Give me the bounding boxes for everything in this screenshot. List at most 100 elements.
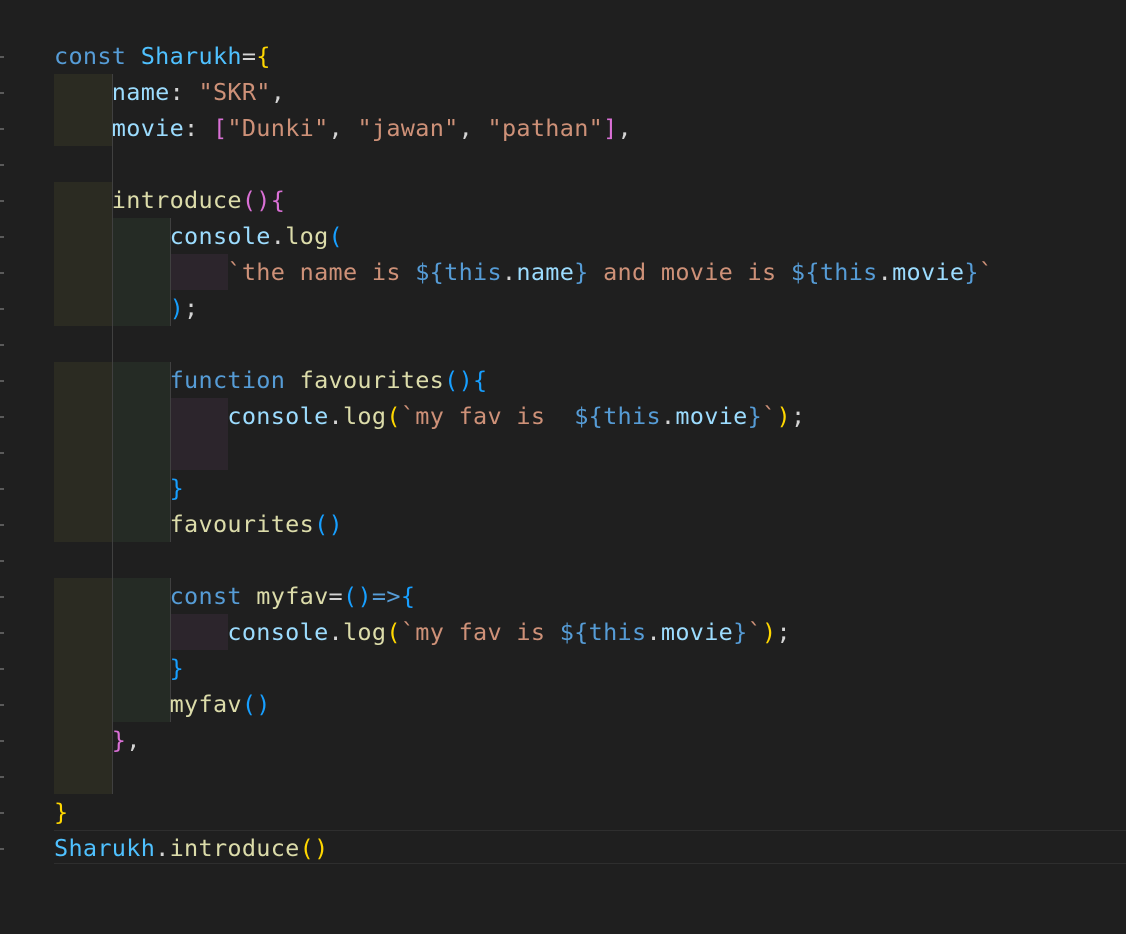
gutter-tick bbox=[0, 128, 4, 130]
code-line[interactable]: favourites() bbox=[54, 506, 343, 542]
code-token: { bbox=[400, 582, 416, 610]
code-token: . bbox=[270, 222, 286, 250]
gutter-tick bbox=[0, 308, 4, 310]
code-token: name bbox=[516, 258, 575, 286]
code-token: `my fav is bbox=[400, 402, 575, 430]
code-token: myfav bbox=[169, 690, 242, 718]
code-token: ${ bbox=[559, 618, 589, 646]
code-token: () bbox=[241, 186, 271, 214]
code-token: . bbox=[328, 618, 343, 646]
code-line[interactable]: } bbox=[54, 650, 184, 686]
code-token: ${ bbox=[790, 258, 820, 286]
code-line[interactable]: movie: ["Dunki", "jawan", "pathan"], bbox=[54, 110, 632, 146]
gutter-tick bbox=[0, 92, 4, 94]
code-token: function bbox=[169, 366, 300, 394]
code-token: ` bbox=[747, 618, 763, 646]
gutter-tick bbox=[0, 236, 4, 238]
gutter-tick bbox=[0, 560, 4, 562]
gutter-tick bbox=[0, 164, 4, 166]
code-token: ) bbox=[776, 402, 791, 430]
gutter-tick bbox=[0, 848, 4, 850]
code-token: ; bbox=[776, 618, 791, 646]
code-token: ( bbox=[386, 618, 401, 646]
code-token: : bbox=[169, 78, 199, 106]
code-line[interactable]: function favourites(){ bbox=[54, 362, 488, 398]
code-token: } bbox=[54, 798, 69, 826]
code-token: ) bbox=[762, 618, 777, 646]
code-token: , bbox=[126, 726, 141, 754]
gutter-tick bbox=[0, 776, 4, 778]
code-token: introduce bbox=[111, 186, 242, 214]
code-token: this bbox=[819, 258, 878, 286]
code-line[interactable]: const myfav=()=>{ bbox=[54, 578, 415, 614]
code-line[interactable]: console.log( bbox=[54, 218, 343, 254]
gutter-tick bbox=[0, 488, 4, 490]
code-token: () bbox=[241, 690, 271, 718]
code-line[interactable]: myfav() bbox=[54, 686, 271, 722]
code-token: movie bbox=[111, 114, 185, 142]
code-token: ] bbox=[603, 114, 618, 142]
gutter-tick bbox=[0, 524, 4, 526]
code-token: } bbox=[111, 726, 127, 754]
code-token: ` bbox=[978, 258, 994, 286]
code-token: , bbox=[458, 114, 488, 142]
code-token: log bbox=[342, 402, 387, 430]
code-line[interactable]: }, bbox=[54, 722, 141, 758]
code-token: ` bbox=[762, 402, 777, 430]
code-line[interactable]: } bbox=[54, 470, 184, 506]
code-token: console bbox=[227, 402, 329, 430]
code-line[interactable]: name: "SKR", bbox=[54, 74, 285, 110]
code-line[interactable]: `the name is ${this.name} and movie is $… bbox=[54, 254, 993, 290]
gutter-tick bbox=[0, 344, 4, 346]
code-token: . bbox=[877, 258, 893, 286]
code-token: movie bbox=[892, 258, 965, 286]
code-token: } bbox=[169, 474, 185, 502]
code-token: } bbox=[169, 654, 185, 682]
code-line[interactable]: } bbox=[54, 794, 68, 830]
code-line[interactable]: ); bbox=[54, 290, 199, 326]
code-token: and movie is bbox=[588, 258, 791, 286]
gutter-tick bbox=[0, 740, 4, 742]
code-line[interactable]: console.log(`my fav is ${this.movie}`); bbox=[54, 614, 791, 650]
gutter-tick bbox=[0, 200, 4, 202]
code-token: Sharukh bbox=[140, 42, 242, 70]
code-token: movie bbox=[675, 402, 748, 430]
code-token: favourites bbox=[169, 510, 315, 538]
code-token: = bbox=[328, 582, 343, 610]
code-token: . bbox=[155, 834, 170, 862]
code-token: , bbox=[617, 114, 632, 142]
code-token: console bbox=[227, 618, 329, 646]
code-token: "SKR" bbox=[198, 78, 271, 106]
gutter-tick bbox=[0, 416, 4, 418]
code-token: . bbox=[328, 402, 343, 430]
code-token: } bbox=[574, 258, 589, 286]
code-token: ${ bbox=[415, 258, 445, 286]
code-line[interactable]: introduce(){ bbox=[54, 182, 285, 218]
code-token: , bbox=[270, 78, 286, 106]
gutter-tick bbox=[0, 596, 4, 598]
code-editor[interactable]: const Sharukh={ name: "SKR", movie: ["Du… bbox=[0, 0, 1126, 934]
code-token: favourites bbox=[299, 366, 445, 394]
code-token: Sharukh bbox=[54, 834, 156, 862]
code-line[interactable]: Sharukh.introduce() bbox=[54, 830, 329, 866]
code-token: = bbox=[241, 42, 257, 70]
code-line[interactable]: console.log(`my fav is ${this.movie}`); bbox=[54, 398, 805, 434]
code-token: "pathan" bbox=[487, 114, 604, 142]
code-token: ; bbox=[790, 402, 806, 430]
code-token: log bbox=[342, 618, 387, 646]
gutter-tick bbox=[0, 632, 4, 634]
code-token: myfav bbox=[256, 582, 329, 610]
code-line[interactable]: const Sharukh={ bbox=[54, 38, 271, 74]
code-token: () bbox=[343, 582, 372, 610]
code-token: , bbox=[328, 114, 358, 142]
